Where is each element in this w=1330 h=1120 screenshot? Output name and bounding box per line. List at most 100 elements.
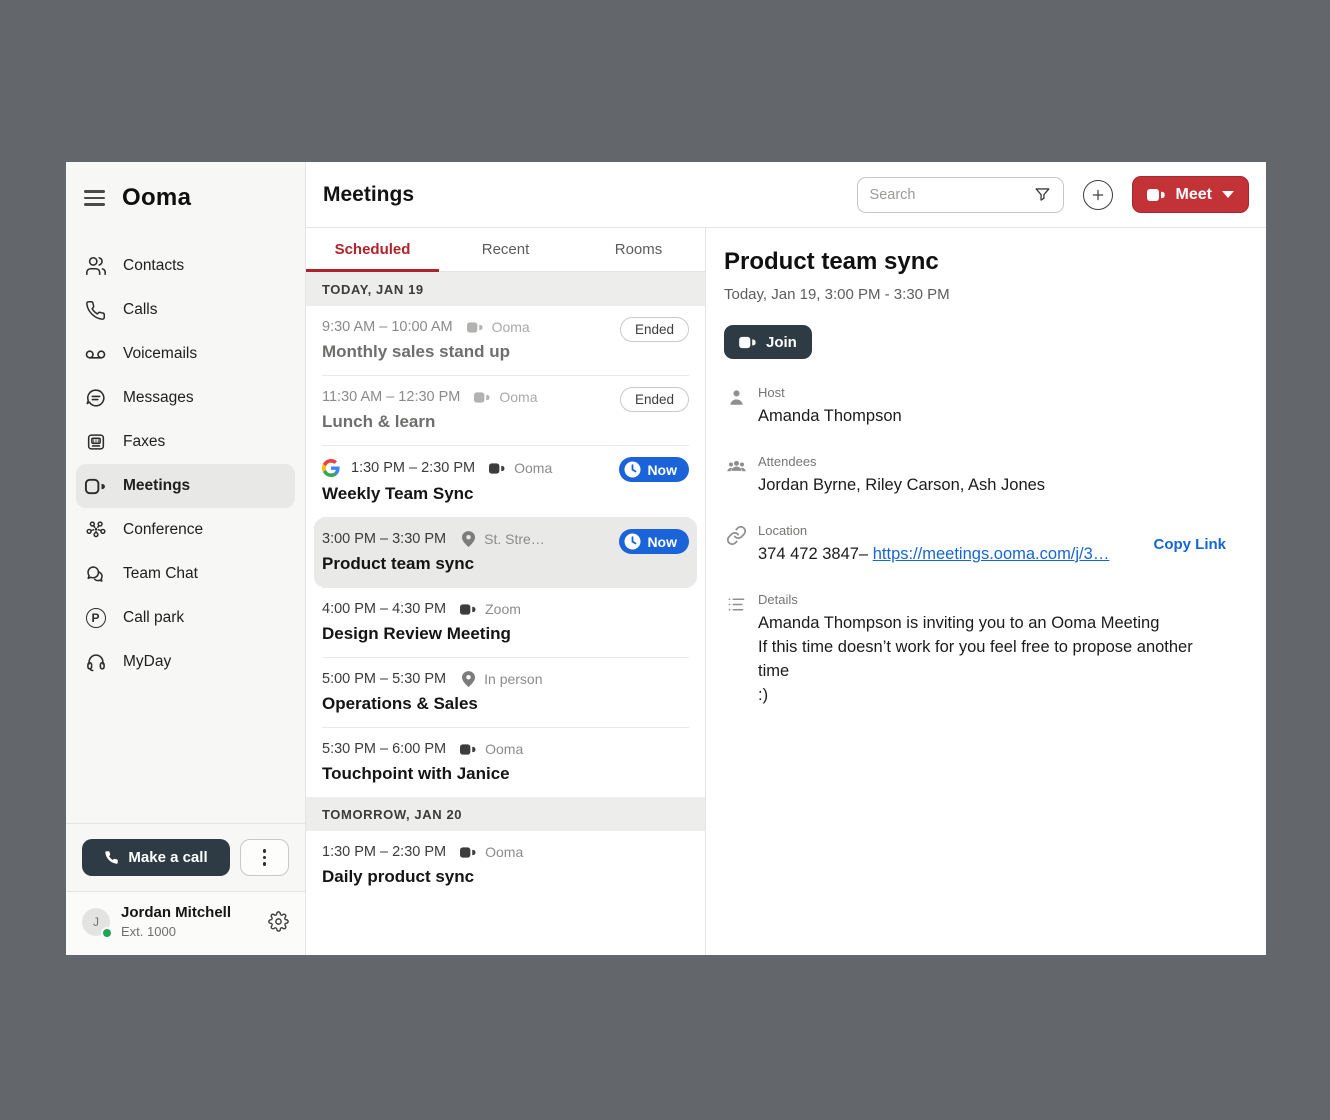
sidebar-item-label: Meetings	[123, 477, 190, 495]
list-item[interactable]: 1:30 PM – 2:30 PM Ooma Weekly Team Sync …	[306, 446, 705, 517]
filter-icon[interactable]	[1033, 185, 1052, 204]
location-pin-icon	[462, 531, 475, 547]
sidebar-nav: Contacts Calls Voicemails Messages	[66, 244, 305, 684]
sidebar-item-myday[interactable]: MyDay	[66, 640, 305, 684]
meeting-title: Lunch & learn	[322, 412, 613, 432]
sidebar-item-label: MyDay	[123, 653, 171, 671]
make-a-call-label: Make a call	[128, 849, 207, 866]
top-bar: Meetings Meet	[306, 162, 1266, 228]
now-badge: Now	[619, 529, 689, 554]
sidebar-item-meetings[interactable]: Meetings	[76, 464, 295, 508]
list-item[interactable]: 5:00 PM – 5:30 PM In person Operations &…	[306, 658, 705, 727]
make-a-call-button[interactable]: Make a call	[82, 839, 230, 876]
meeting-time: 5:30 PM – 6:00 PM	[322, 741, 446, 757]
camera-icon	[467, 321, 483, 334]
tab-recent[interactable]: Recent	[439, 228, 572, 271]
camera-icon	[460, 846, 476, 859]
meetings-list[interactable]: TODAY, JAN 19 9:30 AM – 10:00 AM Ooma Mo…	[306, 272, 705, 955]
sidebar-item-team-chat[interactable]: Team Chat	[66, 552, 305, 596]
video-camera-icon	[1147, 188, 1166, 202]
sidebar-item-voicemails[interactable]: Voicemails	[66, 332, 305, 376]
sidebar-item-call-park[interactable]: P Call park	[66, 596, 305, 640]
sidebar-item-faxes[interactable]: Faxes	[66, 420, 305, 464]
google-calendar-icon	[322, 459, 340, 477]
meeting-time: 1:30 PM – 2:30 PM	[351, 460, 475, 476]
clock-icon	[624, 461, 641, 478]
sidebar-item-label: Contacts	[123, 257, 184, 275]
join-button[interactable]: Join	[724, 325, 812, 359]
more-options-button[interactable]	[240, 839, 289, 876]
meeting-detail-pane: Product team sync Today, Jan 19, 3:00 PM…	[706, 228, 1266, 955]
host-name: Amanda Thompson	[758, 404, 902, 428]
meeting-title: Design Review Meeting	[322, 624, 613, 644]
meeting-time: 3:00 PM – 3:30 PM	[322, 531, 446, 547]
details-label: Details	[758, 592, 1203, 607]
list-item-selected[interactable]: 3:00 PM – 3:30 PM St. Stre… Product team…	[314, 518, 697, 587]
meeting-platform: Ooma	[492, 319, 530, 335]
fax-icon	[84, 431, 107, 454]
sidebar-item-label: Call park	[123, 609, 184, 627]
copy-link-button[interactable]: Copy Link	[1153, 536, 1226, 553]
hamburger-menu-icon[interactable]	[84, 190, 105, 205]
camera-icon	[474, 391, 490, 404]
list-item[interactable]: 1:30 PM – 2:30 PM Ooma Daily product syn…	[306, 831, 705, 900]
sidebar-item-label: Faxes	[123, 433, 165, 451]
sidebar-item-calls[interactable]: Calls	[66, 288, 305, 332]
location-value: 374 472 3847– https://meetings.ooma.com/…	[758, 542, 1109, 566]
details-text: Amanda Thompson is inviting you to an Oo…	[758, 611, 1203, 707]
search-box[interactable]	[857, 177, 1064, 213]
meeting-time: 1:30 PM – 2:30 PM	[322, 844, 446, 860]
meet-button[interactable]: Meet	[1132, 176, 1249, 213]
headset-icon	[84, 651, 107, 674]
parking-icon: P	[84, 607, 107, 630]
section-header-today: TODAY, JAN 19	[306, 272, 705, 306]
user-extension: Ext. 1000	[121, 924, 231, 939]
meeting-platform: St. Stre…	[484, 531, 545, 547]
sidebar-item-contacts[interactable]: Contacts	[66, 244, 305, 288]
meeting-platform: Ooma	[499, 389, 537, 405]
clock-icon	[624, 533, 641, 550]
details-line: :)	[758, 683, 1203, 707]
meeting-title: Weekly Team Sync	[322, 484, 613, 504]
phone-icon	[104, 850, 119, 865]
ended-badge: Ended	[620, 317, 689, 342]
attendees-row: Attendees Jordan Byrne, Riley Carson, As…	[724, 454, 1226, 497]
tab-rooms[interactable]: Rooms	[572, 228, 705, 271]
sidebar-item-conference[interactable]: Conference	[66, 508, 305, 552]
join-label: Join	[766, 334, 797, 351]
message-icon	[84, 387, 107, 410]
meeting-detail-datetime: Today, Jan 19, 3:00 PM - 3:30 PM	[724, 286, 1226, 303]
plus-icon	[1090, 187, 1106, 203]
camera-icon	[460, 603, 476, 616]
sidebar-item-label: Voicemails	[123, 345, 197, 363]
meeting-time: 11:30 AM – 12:30 PM	[322, 389, 460, 405]
meeting-link[interactable]: https://meetings.ooma.com/j/3…	[873, 545, 1110, 563]
app-window: Ooma Contacts Calls Voicemails	[66, 162, 1266, 955]
meeting-time: 4:00 PM – 4:30 PM	[322, 601, 446, 617]
sidebar-item-label: Conference	[123, 521, 203, 539]
meeting-time: 5:00 PM – 5:30 PM	[322, 671, 446, 687]
meeting-platform: Zoom	[485, 601, 521, 617]
details-row: Details Amanda Thompson is inviting you …	[724, 592, 1226, 707]
ended-badge: Ended	[620, 387, 689, 412]
meeting-title: Touchpoint with Janice	[322, 764, 613, 784]
list-item[interactable]: 11:30 AM – 12:30 PM Ooma Lunch & learn E…	[306, 376, 705, 445]
list-item[interactable]: 4:00 PM – 4:30 PM Zoom Design Review Mee…	[306, 588, 705, 657]
attendees-label: Attendees	[758, 454, 1045, 469]
now-badge: Now	[619, 457, 689, 482]
meeting-title: Daily product sync	[322, 867, 613, 887]
list-item[interactable]: 5:30 PM – 6:00 PM Ooma Touchpoint with J…	[306, 728, 705, 797]
settings-gear-icon[interactable]	[268, 911, 289, 932]
search-input[interactable]	[870, 187, 1025, 203]
chat-bubbles-icon	[84, 563, 107, 586]
list-item[interactable]: 9:30 AM – 10:00 AM Ooma Monthly sales st…	[306, 306, 705, 375]
host-row: Host Amanda Thompson	[724, 385, 1226, 428]
video-camera-icon	[84, 475, 107, 498]
link-icon	[724, 523, 748, 546]
chevron-down-icon	[1222, 191, 1234, 198]
add-meeting-button[interactable]	[1083, 180, 1113, 210]
sidebar-item-label: Team Chat	[123, 565, 198, 583]
sidebar-item-messages[interactable]: Messages	[66, 376, 305, 420]
voicemail-icon	[84, 343, 107, 366]
tab-scheduled[interactable]: Scheduled	[306, 228, 439, 271]
